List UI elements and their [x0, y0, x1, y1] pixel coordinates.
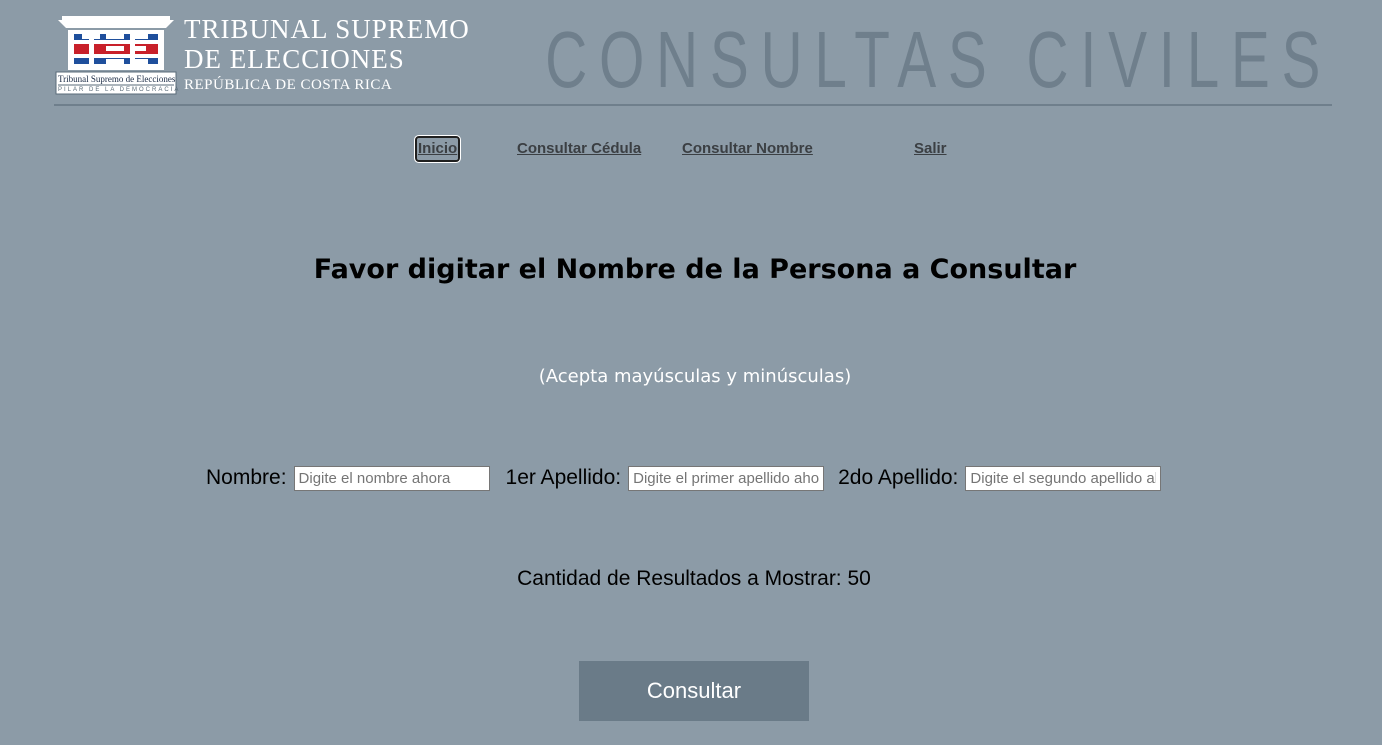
- header-divider: [54, 104, 1332, 106]
- primer-apellido-label: 1er Apellido:: [505, 466, 622, 489]
- segundo-apellido-input[interactable]: [965, 465, 1162, 491]
- nav-item-consultar-nombre[interactable]: Consultar Nombre: [682, 138, 813, 160]
- form-hint: (Acepta mayúsculas y minúsculas): [538, 366, 852, 387]
- main-nav: Inicio Consultar Cédula Consultar Nombre…: [0, 136, 1382, 162]
- nav-item-salir[interactable]: Salir: [914, 138, 947, 160]
- nombre-input[interactable]: [293, 465, 490, 491]
- logo-motto: PILAR DE LA DEMOCRACIA: [58, 87, 181, 93]
- organization-name: TRIBUNAL SUPREMO DE ELECCIONES REPÚBLICA…: [184, 14, 470, 94]
- consultar-button[interactable]: Consultar: [579, 661, 809, 721]
- name-search-form: Nombre: 1er Apellido: 2do Apellido:: [206, 464, 1162, 492]
- primer-apellido-input[interactable]: [628, 465, 825, 491]
- org-line-2: DE ELECCIONES: [184, 44, 405, 74]
- nombre-label: Nombre:: [206, 466, 287, 489]
- org-line-1: TRIBUNAL SUPREMO: [184, 14, 470, 44]
- form-heading: Favor digitar el Nombre de la Persona a …: [313, 254, 1077, 285]
- nav-item-inicio[interactable]: Inicio: [414, 136, 461, 162]
- page: Tribunal Supremo de Elecciones PILAR DE …: [0, 0, 1382, 745]
- header: Tribunal Supremo de Elecciones PILAR DE …: [54, 0, 1332, 107]
- org-line-3: REPÚBLICA DE COSTA RICA: [184, 77, 393, 93]
- segundo-apellido-label: 2do Apellido:: [838, 466, 959, 489]
- results-count: Cantidad de Resultados a Mostrar: 50: [517, 567, 871, 590]
- nav-item-consultar-cedula[interactable]: Consultar Cédula: [517, 138, 641, 160]
- page-title: CONSULTAS CIVILES: [544, 15, 1332, 104]
- tse-logo: Tribunal Supremo de Elecciones PILAR DE …: [54, 14, 178, 96]
- logo-caption: Tribunal Supremo de Elecciones: [58, 74, 176, 84]
